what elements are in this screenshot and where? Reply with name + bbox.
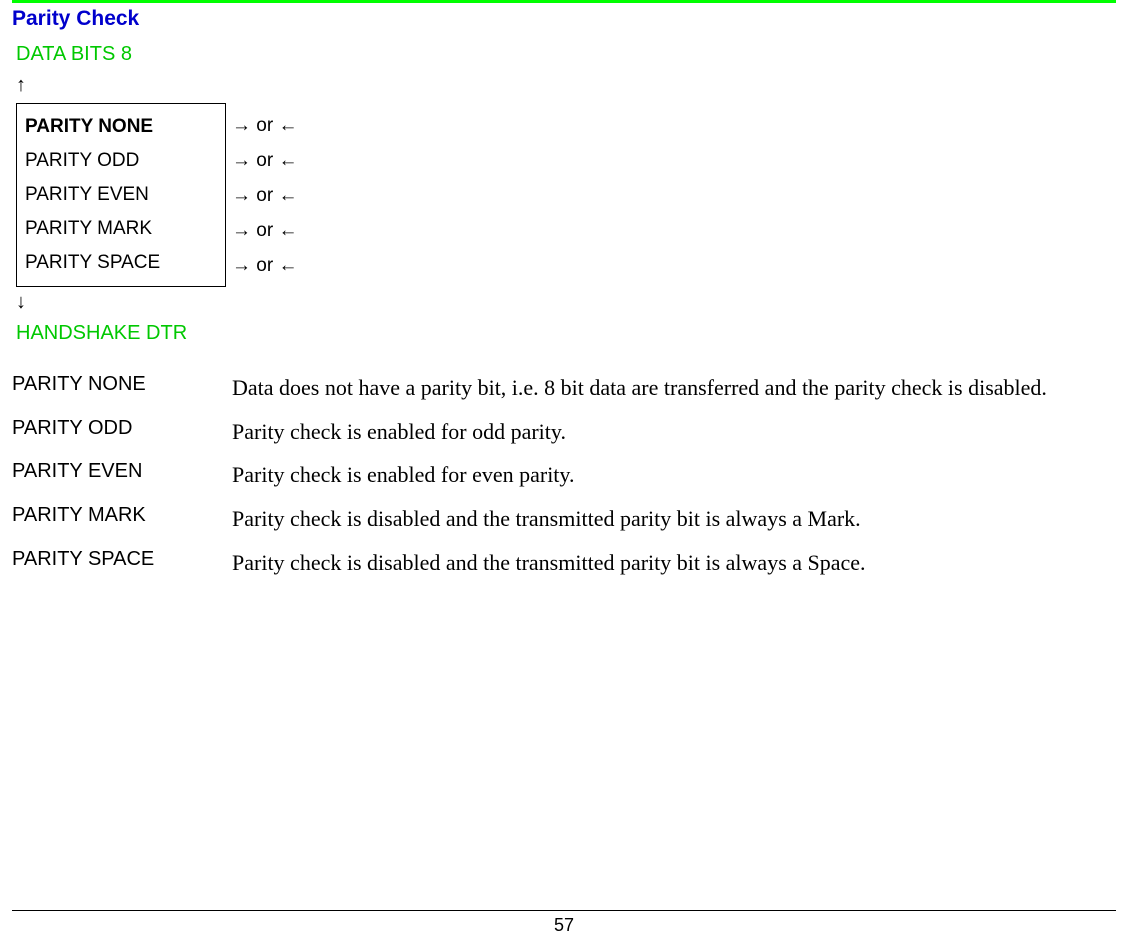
menu-item-parity-none[interactable]: PARITY NONE bbox=[25, 110, 215, 144]
side-hint: → or ← bbox=[232, 249, 297, 284]
menu-item-parity-mark[interactable]: PARITY MARK bbox=[25, 212, 215, 246]
menu-item-parity-even[interactable]: PARITY EVEN bbox=[25, 178, 215, 212]
nav-next-label: HANDSHAKE DTR bbox=[16, 322, 1116, 345]
menu-navigation: DATA BITS 8 ↑ PARITY NONE PARITY ODD PAR… bbox=[16, 43, 1116, 345]
definition-row: PARITY MARK Parity check is disabled and… bbox=[12, 504, 1116, 534]
footer-divider bbox=[12, 910, 1116, 911]
definition-term: PARITY MARK bbox=[12, 504, 232, 527]
side-hint: → or ← bbox=[232, 214, 297, 249]
definition-row: PARITY ODD Parity check is enabled for o… bbox=[12, 417, 1116, 447]
definition-description: Parity check is enabled for odd parity. bbox=[232, 417, 1116, 447]
definition-description: Data does not have a parity bit, i.e. 8 … bbox=[232, 373, 1116, 403]
definition-description: Parity check is disabled and the transmi… bbox=[232, 504, 1116, 534]
section-title: Parity Check bbox=[12, 7, 1116, 31]
definition-description: Parity check is enabled for even parity. bbox=[232, 460, 1116, 490]
definition-description: Parity check is disabled and the transmi… bbox=[232, 548, 1116, 578]
nav-up-arrow: ↑ bbox=[16, 74, 1116, 97]
definition-row: PARITY NONE Data does not have a parity … bbox=[12, 373, 1116, 403]
top-divider bbox=[12, 0, 1116, 3]
definition-term: PARITY EVEN bbox=[12, 460, 232, 483]
definition-term: PARITY ODD bbox=[12, 417, 232, 440]
definition-term: PARITY SPACE bbox=[12, 548, 232, 571]
definitions-list: PARITY NONE Data does not have a parity … bbox=[12, 373, 1116, 577]
menu-options-box: PARITY NONE PARITY ODD PARITY EVEN PARIT… bbox=[16, 103, 226, 287]
side-arrow-hints: → or ← → or ← → or ← → or ← → or ← bbox=[232, 103, 297, 284]
nav-prev-label: DATA BITS 8 bbox=[16, 43, 1116, 66]
side-hint: → or ← bbox=[232, 179, 297, 214]
menu-item-parity-odd[interactable]: PARITY ODD bbox=[25, 144, 215, 178]
menu-item-parity-space[interactable]: PARITY SPACE bbox=[25, 246, 215, 280]
side-hint: → or ← bbox=[232, 109, 297, 144]
page-number: 57 bbox=[12, 915, 1116, 936]
nav-down-arrow: ↓ bbox=[16, 291, 1116, 314]
definition-term: PARITY NONE bbox=[12, 373, 232, 396]
side-hint: → or ← bbox=[232, 144, 297, 179]
definition-row: PARITY SPACE Parity check is disabled an… bbox=[12, 548, 1116, 578]
page-footer: 57 bbox=[12, 910, 1116, 936]
definition-row: PARITY EVEN Parity check is enabled for … bbox=[12, 460, 1116, 490]
